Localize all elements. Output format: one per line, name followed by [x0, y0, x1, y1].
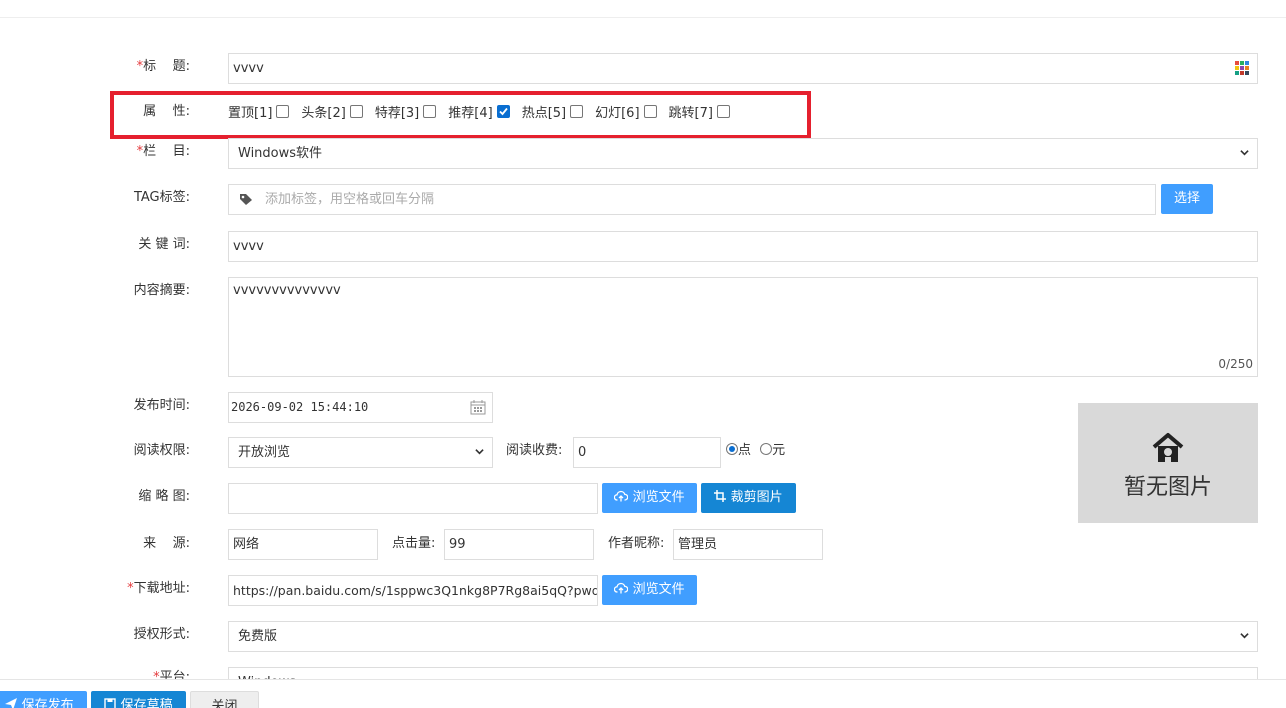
tags-select-button[interactable]: 选择	[1161, 184, 1213, 214]
chevron-down-icon	[1240, 150, 1249, 156]
title-value: vvvv	[233, 61, 264, 76]
unit-yuan-radio[interactable]	[760, 443, 773, 455]
author-label: 作者昵称:	[608, 536, 665, 551]
column-label: *栏 目:	[136, 144, 190, 159]
color-picker-icon[interactable]	[1235, 61, 1250, 76]
download-input[interactable]: https://pan.baidu.com/s/1sppwc3Q1nkg8P7R…	[228, 575, 598, 606]
title-label: *标 题:	[136, 59, 190, 74]
column-select[interactable]: Windows软件	[228, 138, 1258, 169]
chevron-down-icon	[1240, 633, 1249, 639]
license-label: 授权形式:	[133, 627, 190, 642]
column-value: Windows软件	[238, 146, 323, 161]
save-icon	[104, 698, 117, 708]
footer-bar: 保存发布 保存草稿 关闭	[0, 679, 1286, 708]
keywords-input[interactable]: vvvv	[228, 231, 1258, 262]
chevron-down-icon	[475, 449, 484, 455]
save-publish-button[interactable]: 保存发布	[0, 691, 87, 708]
thumbnail-label: 缩 略 图:	[138, 489, 190, 504]
top-divider	[0, 17, 1286, 18]
read-fee-unit-group: 点 元	[726, 443, 785, 459]
title-input[interactable]: vvvv	[228, 53, 1258, 84]
calendar-icon[interactable]	[470, 400, 486, 415]
author-input[interactable]: 管理员	[673, 529, 823, 560]
send-icon	[5, 698, 18, 708]
tags-placeholder: 添加标签，用空格或回车分隔	[265, 192, 435, 207]
summary-textarea[interactable]: vvvvvvvvvvvvvv 0/250	[228, 277, 1258, 377]
publish-time-label: 发布时间:	[133, 398, 190, 413]
home-image-icon	[1152, 433, 1184, 462]
read-permission-select[interactable]: 开放浏览	[228, 437, 493, 468]
tags-input[interactable]: 添加标签，用空格或回车分隔	[228, 184, 1156, 215]
read-fee-input[interactable]: 0	[573, 437, 721, 468]
crop-image-button[interactable]: 裁剪图片	[701, 483, 796, 513]
no-image-text: 暂无图片	[1123, 475, 1212, 500]
thumbnail-preview: 暂无图片	[1078, 403, 1258, 523]
save-draft-button[interactable]: 保存草稿	[91, 691, 186, 708]
thumbnail-input[interactable]	[228, 483, 598, 514]
close-button[interactable]: 关闭	[190, 691, 259, 708]
crop-icon	[714, 490, 727, 502]
keywords-label: 关 键 词:	[138, 237, 190, 252]
unit-yuan-label: 元	[772, 443, 786, 458]
publish-time-input[interactable]: 2026-09-02 15:44:10	[228, 392, 493, 423]
unit-point-radio[interactable]	[726, 443, 738, 455]
source-label: 来 源:	[143, 536, 190, 551]
download-label: *下载地址:	[127, 581, 190, 596]
tags-label: TAG标签:	[133, 190, 190, 205]
tag-icon	[240, 194, 252, 205]
download-browse-button[interactable]: 浏览文件	[602, 575, 697, 605]
summary-counter: 0/250	[1218, 357, 1253, 371]
read-permission-label: 阅读权限:	[133, 443, 190, 458]
cloud-upload-icon	[614, 490, 629, 502]
thumbnail-browse-button[interactable]: 浏览文件	[602, 483, 697, 513]
unit-point-label: 点	[738, 443, 752, 458]
source-input[interactable]: 网络	[228, 529, 378, 560]
license-select[interactable]: 免费版	[228, 621, 1258, 652]
clicks-input[interactable]: 99	[444, 529, 594, 560]
clicks-label: 点击量:	[392, 536, 436, 551]
cloud-upload-icon	[614, 582, 629, 594]
read-fee-label: 阅读收费:	[506, 443, 563, 458]
highlight-box	[110, 91, 811, 139]
summary-label: 内容摘要:	[133, 283, 190, 298]
